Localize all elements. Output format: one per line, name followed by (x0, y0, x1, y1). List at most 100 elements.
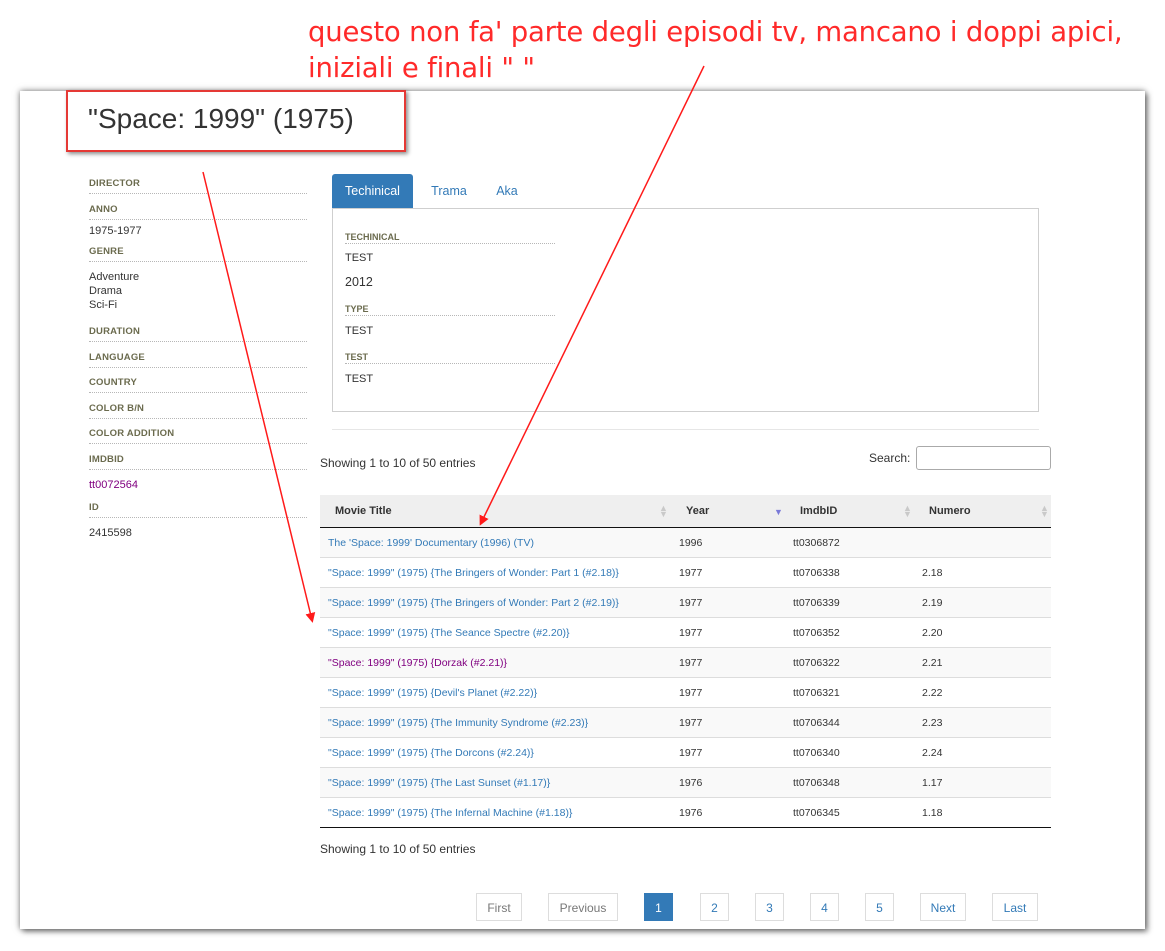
column-header-imdbid[interactable]: ImdbID (800, 495, 837, 527)
genre-list: Adventure Drama Sci-Fi (89, 270, 307, 312)
year-value: 2012 (345, 275, 373, 289)
annotation-text: questo non fa' parte degli episodi tv, m… (308, 14, 1123, 86)
numero-cell: 2.20 (922, 627, 943, 639)
table-row: "Space: 1999" (1975) {Devil's Planet (#2… (320, 678, 1051, 708)
table-row: "Space: 1999" (1975) {The Immunity Syndr… (320, 708, 1051, 738)
movie-title-link[interactable]: "Space: 1999" (1975) {The Dorcons (#2.24… (328, 738, 534, 768)
sort-both-icon: ▲ ▼ (1040, 503, 1049, 519)
movie-title-link[interactable]: "Space: 1999" (1975) {The Seance Spectre… (328, 618, 570, 648)
annotation-line-2: iniziali e finali " " (308, 52, 535, 84)
column-header-numero[interactable]: Numero (929, 495, 971, 527)
movie-title-link[interactable]: The 'Space: 1999' Documentary (1996) (TV… (328, 528, 534, 558)
year-cell: 1976 (679, 777, 703, 789)
color-label: COLOR B/N (89, 403, 307, 419)
type-label: TYPE (345, 304, 555, 316)
genre-label: GENRE (89, 246, 307, 262)
year-cell: 1977 (679, 597, 703, 609)
numero-cell: 2.21 (922, 657, 943, 669)
imdbid-cell: tt0306872 (793, 537, 840, 549)
techinical-label: TECHINICAL (345, 232, 555, 244)
movie-title-link[interactable]: "Space: 1999" (1975) {Devil's Planet (#2… (328, 678, 537, 708)
pagination-previous-button[interactable]: Previous (548, 893, 618, 921)
movie-title-link[interactable]: "Space: 1999" (1975) {The Immunity Syndr… (328, 708, 588, 738)
anno-label: ANNO (89, 204, 307, 220)
year-cell: 1977 (679, 747, 703, 759)
id-label: ID (89, 502, 307, 518)
section-divider (332, 429, 1039, 430)
movie-title-link[interactable]: "Space: 1999" (1975) {The Last Sunset (#… (328, 768, 550, 798)
info-column: DIRECTOR ANNO 1975-1977 GENRE Adventure … (89, 172, 307, 548)
id-value: 2415598 (89, 527, 132, 539)
imdbid-link[interactable]: tt0072564 (89, 478, 307, 492)
imdbid-cell: tt0706338 (793, 567, 840, 579)
table-info-bottom: Showing 1 to 10 of 50 entries (320, 842, 476, 856)
search-input[interactable] (916, 446, 1051, 470)
pagination-page-2[interactable]: 2 (700, 893, 729, 921)
genre-item: Sci-Fi (89, 299, 118, 311)
numero-cell: 1.18 (922, 807, 943, 819)
numero-cell: 2.23 (922, 717, 943, 729)
search-label: Search: (869, 451, 911, 465)
sort-both-icon: ▲ ▼ (903, 503, 912, 519)
column-header-movie-title[interactable]: Movie Title (335, 495, 392, 527)
imdbid-cell: tt0706348 (793, 777, 840, 789)
pagination-next-button[interactable]: Next (920, 893, 966, 921)
tab-trama[interactable]: Trama (420, 174, 478, 209)
pagination-page-5[interactable]: 5 (865, 893, 894, 921)
tab-techinical[interactable]: Techinical (332, 174, 413, 209)
year-cell: 1977 (679, 627, 703, 639)
pagination-page-1[interactable]: 1 (644, 893, 673, 921)
table-header: Movie Title ▲ ▼ Year ▼ ImdbID ▲ ▼ Numero ▲… (320, 495, 1051, 528)
genre-item: Adventure (89, 271, 140, 283)
year-cell: 1977 (679, 717, 703, 729)
table-row: "Space: 1999" (1975) {The Infernal Machi… (320, 798, 1051, 828)
imdbid-cell: tt0706340 (793, 747, 840, 759)
movie-title-link[interactable]: "Space: 1999" (1975) {Dorzak (#2.21)} (328, 648, 507, 678)
movie-title-link[interactable]: "Space: 1999" (1975) {The Infernal Machi… (328, 798, 572, 828)
pagination-page-4[interactable]: 4 (810, 893, 839, 921)
color-addition-label: COLOR ADDITION (89, 428, 307, 444)
technical-panel: TECHINICAL TEST 2012 TYPE TEST TEST TEST (332, 208, 1039, 412)
numero-cell: 2.22 (922, 687, 943, 699)
imdbid-label: IMDBID (89, 454, 307, 470)
table-row: "Space: 1999" (1975) {The Bringers of Wo… (320, 558, 1051, 588)
table-row: The 'Space: 1999' Documentary (1996) (TV… (320, 528, 1051, 558)
pagination-first-button[interactable]: First (476, 893, 522, 921)
table-row: "Space: 1999" (1975) {The Dorcons (#2.24… (320, 738, 1051, 768)
numero-cell: 2.19 (922, 597, 943, 609)
sort-desc-icon: ▼ (774, 507, 783, 517)
duration-label: DURATION (89, 326, 307, 342)
imdbid-cell: tt0706352 (793, 627, 840, 639)
year-cell: 1977 (679, 687, 703, 699)
annotation-highlight-box (66, 90, 406, 152)
anno-value: 1975-1977 (89, 225, 142, 237)
movie-title-link[interactable]: "Space: 1999" (1975) {The Bringers of Wo… (328, 588, 619, 618)
table-row: "Space: 1999" (1975) {The Last Sunset (#… (320, 768, 1051, 798)
director-label: DIRECTOR (89, 178, 307, 194)
movie-title-link[interactable]: "Space: 1999" (1975) {The Bringers of Wo… (328, 558, 619, 588)
country-label: COUNTRY (89, 377, 307, 393)
language-label: LANGUAGE (89, 352, 307, 368)
table-row: "Space: 1999" (1975) {The Seance Spectre… (320, 618, 1051, 648)
tab-aka[interactable]: Aka (488, 174, 526, 209)
imdbid-cell: tt0706344 (793, 717, 840, 729)
numero-cell: 2.18 (922, 567, 943, 579)
imdbid-cell: tt0706321 (793, 687, 840, 699)
pagination-page-3[interactable]: 3 (755, 893, 784, 921)
type-value: TEST (345, 325, 374, 337)
year-cell: 1996 (679, 537, 703, 549)
imdbid-cell: tt0706345 (793, 807, 840, 819)
genre-item: Drama (89, 285, 123, 297)
annotation-line-1: questo non fa' parte degli episodi tv, m… (308, 16, 1123, 48)
sort-both-icon: ▲ ▼ (659, 503, 668, 519)
table-row: "Space: 1999" (1975) {Dorzak (#2.21)} 197… (320, 648, 1051, 678)
pagination-last-button[interactable]: Last (992, 893, 1038, 921)
numero-cell: 1.17 (922, 777, 943, 789)
table-row: "Space: 1999" (1975) {The Bringers of Wo… (320, 588, 1051, 618)
column-header-year[interactable]: Year (686, 495, 709, 527)
test-value: TEST (345, 373, 374, 385)
table-info-top: Showing 1 to 10 of 50 entries (320, 456, 476, 470)
techinical-value: TEST (345, 252, 374, 264)
imdbid-cell: tt0706339 (793, 597, 840, 609)
imdbid-cell: tt0706322 (793, 657, 840, 669)
